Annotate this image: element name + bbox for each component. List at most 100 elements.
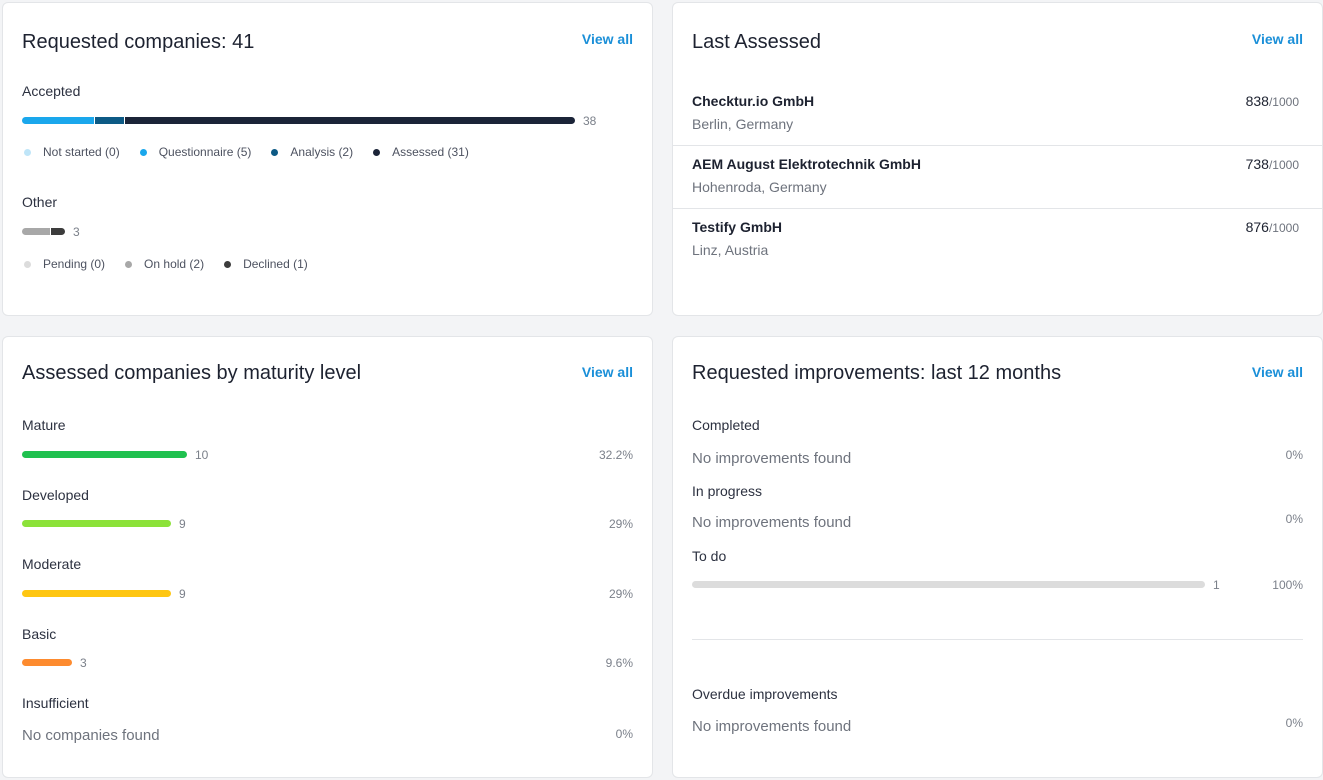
maturity-bar-moderate: 9	[22, 586, 186, 601]
legend-item: On hold (2)	[123, 257, 204, 271]
legend-item: Questionnaire (5)	[138, 145, 252, 159]
empty-state-text: No companies found	[22, 727, 160, 744]
company-location: Linz, Austria	[692, 242, 769, 258]
other-label: Other	[22, 194, 58, 210]
company-name: Testify GmbH	[692, 219, 782, 235]
empty-state-text: No improvements found	[692, 450, 852, 467]
legend-label: Declined (1)	[243, 257, 308, 271]
company-score: 876/1000	[1246, 219, 1299, 235]
company-row[interactable]: AEM August Elektrotechnik GmbH Hohenroda…	[673, 146, 1322, 209]
company-row[interactable]: Testify GmbH Linz, Austria 876/1000	[673, 209, 1322, 272]
company-row[interactable]: Checktur.io GmbH Berlin, Germany 838/100…	[673, 83, 1322, 146]
completed-percent: 0%	[1285, 448, 1303, 462]
score-value: 876	[1245, 219, 1269, 235]
maturity-level-card: Assessed companies by maturity level Vie…	[2, 336, 653, 778]
bar-segment-assessed	[125, 117, 575, 124]
legend-label: Assessed (31)	[392, 145, 469, 159]
view-all-link[interactable]: View all	[1252, 364, 1303, 380]
overdue-percent: 0%	[1285, 716, 1303, 730]
legend-label: Pending (0)	[43, 257, 106, 271]
bar-fill	[22, 520, 171, 527]
maturity-percent: 32.2%	[598, 448, 633, 462]
todo-bar: 1	[692, 577, 1220, 592]
company-score: 738/1000	[1246, 156, 1299, 172]
maturity-bar-developed: 9	[22, 516, 186, 531]
accepted-legend: Not started (0) Questionnaire (5) Analys…	[22, 145, 487, 159]
legend-label: On hold (2)	[144, 257, 205, 271]
legend-dot-icon	[271, 148, 279, 156]
legend-dot-icon	[224, 260, 232, 268]
card-title: Requested improvements: last 12 months	[692, 362, 1062, 384]
other-stacked-bar: 3	[22, 224, 80, 239]
score-value: 738	[1245, 156, 1269, 172]
improvements-card: Requested improvements: last 12 months V…	[672, 336, 1323, 778]
bar-count: 9	[179, 516, 186, 531]
legend-dot-icon	[373, 148, 381, 156]
accepted-count: 38	[583, 113, 597, 128]
score-value: 838	[1245, 93, 1269, 109]
bar-fill	[692, 581, 1205, 588]
maturity-bar-mature: 10	[22, 447, 209, 462]
in-progress-percent: 0%	[1285, 512, 1303, 526]
legend-item: Declined (1)	[222, 257, 308, 271]
view-all-link[interactable]: View all	[582, 364, 633, 380]
bar-segment-declined	[51, 228, 65, 235]
in-progress-label: In progress	[692, 483, 763, 499]
legend-dot-icon	[139, 148, 147, 156]
bar-fill	[22, 659, 72, 666]
company-name: AEM August Elektrotechnik GmbH	[692, 156, 921, 172]
maturity-label-moderate: Moderate	[22, 556, 82, 572]
maturity-label-mature: Mature	[22, 417, 66, 433]
company-name: Checktur.io GmbH	[692, 93, 815, 109]
maturity-percent: 29%	[608, 587, 633, 601]
completed-label: Completed	[692, 417, 760, 433]
card-title: Last Assessed	[692, 31, 821, 53]
legend-label: Analysis (2)	[290, 145, 354, 159]
score-max: /1000	[1268, 95, 1299, 109]
bar-count: 1	[1213, 577, 1220, 592]
legend-label: Not started (0)	[43, 145, 120, 159]
bar-count: 9	[179, 586, 186, 601]
requested-companies-card: Requested companies: 41 View all Accepte…	[2, 2, 653, 316]
maturity-percent: 9.6%	[605, 656, 633, 670]
legend-label: Questionnaire (5)	[158, 145, 252, 159]
accepted-stacked-bar: 38	[22, 113, 597, 128]
maturity-label-insufficient: Insufficient	[22, 695, 89, 711]
other-count: 3	[73, 224, 80, 239]
view-all-link[interactable]: View all	[1252, 31, 1303, 47]
maturity-percent: 0%	[615, 727, 633, 741]
accepted-label: Accepted	[22, 83, 81, 99]
company-score: 838/1000	[1246, 93, 1299, 109]
legend-dot-icon	[24, 148, 31, 156]
divider	[692, 639, 1303, 640]
legend-dot-icon	[24, 260, 31, 268]
overdue-label: Overdue improvements	[692, 686, 838, 702]
maturity-label-developed: Developed	[22, 487, 89, 503]
maturity-bar-basic: 3	[22, 655, 87, 670]
score-max: /1000	[1268, 221, 1299, 235]
card-title: Requested companies: 41	[22, 31, 255, 53]
bar-fill	[22, 451, 187, 458]
legend-dot-icon	[125, 260, 133, 268]
bar-count: 10	[195, 447, 209, 462]
other-legend: Pending (0) On hold (2) Declined (1)	[22, 257, 326, 271]
score-max: /1000	[1268, 158, 1299, 172]
view-all-link[interactable]: View all	[582, 31, 633, 47]
maturity-percent: 29%	[608, 517, 633, 531]
empty-state-text: No improvements found	[692, 718, 852, 735]
empty-state-text: No improvements found	[692, 514, 852, 531]
legend-item: Assessed (31)	[371, 145, 469, 159]
bar-fill	[22, 590, 171, 597]
card-title: Assessed companies by maturity level	[22, 362, 362, 384]
last-assessed-card: Last Assessed View all Checktur.io GmbH …	[672, 2, 1323, 316]
todo-percent: 100%	[1272, 578, 1303, 592]
company-location: Berlin, Germany	[692, 116, 794, 132]
company-location: Hohenroda, Germany	[692, 179, 827, 195]
bar-segment-on-hold	[22, 228, 50, 235]
bar-segment-analysis	[95, 117, 124, 124]
todo-label: To do	[692, 548, 727, 564]
legend-item: Analysis (2)	[269, 145, 353, 159]
legend-item: Pending (0)	[22, 257, 105, 271]
bar-count: 3	[80, 655, 87, 670]
legend-item: Not started (0)	[22, 145, 120, 159]
